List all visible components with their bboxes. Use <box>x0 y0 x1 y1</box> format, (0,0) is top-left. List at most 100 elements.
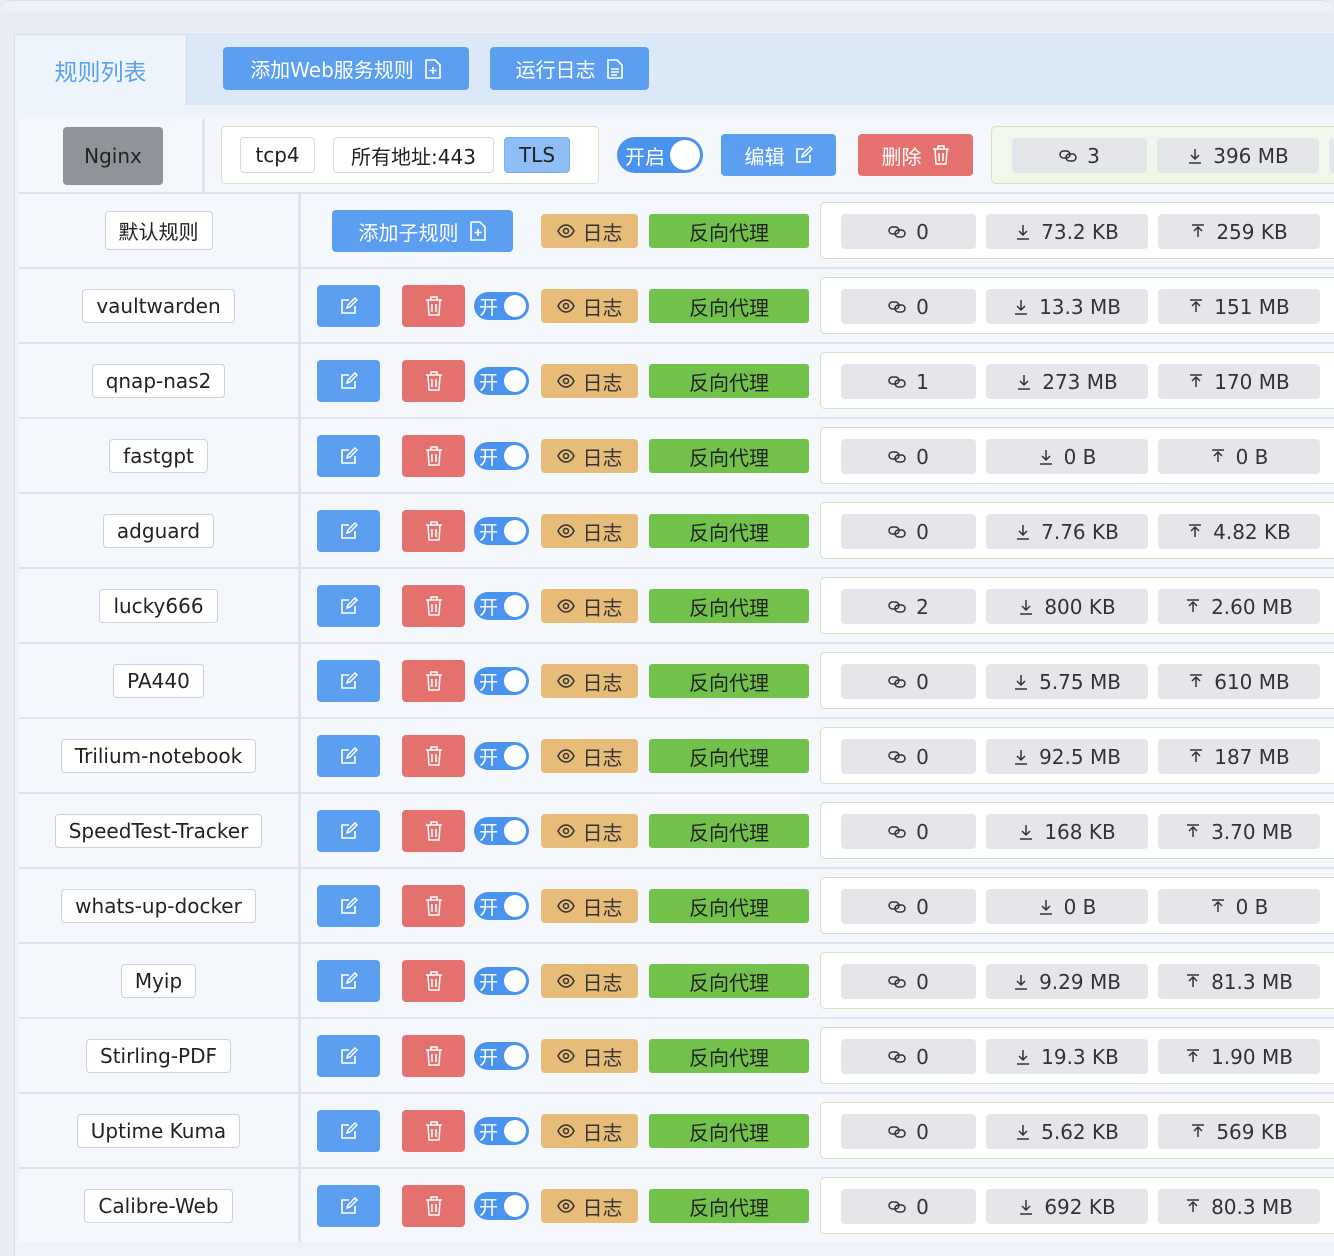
log-button[interactable]: 日志 <box>541 814 638 848</box>
eye-icon <box>556 1199 575 1213</box>
toggle-knob <box>670 140 700 170</box>
toggle-label: 开 <box>479 1121 499 1144</box>
edit-button[interactable] <box>317 360 380 402</box>
log-button[interactable]: 日志 <box>541 439 638 473</box>
default-rule-row: 默认规则 添加子规则 日志 反向代理 0 73.2 KB 259 KB <box>19 192 1334 267</box>
connections-stat: 0 <box>841 814 976 849</box>
tab-rule-list[interactable]: 规则列表 <box>15 35 187 105</box>
enable-toggle[interactable]: 开 <box>474 892 529 920</box>
download-stat: 692 KB <box>986 1189 1148 1224</box>
download-value: 5.75 MB <box>1039 669 1121 694</box>
edit-button[interactable] <box>317 510 380 552</box>
enable-toggle[interactable]: 开 <box>474 1042 529 1070</box>
eye-icon <box>556 299 575 313</box>
edit-button[interactable] <box>317 735 380 777</box>
document-add-icon <box>424 58 442 79</box>
delete-button[interactable] <box>402 810 465 852</box>
sub-rule-name-cell: Calibre-Web <box>19 1169 301 1242</box>
upload-value: 80.3 MB <box>1211 1194 1293 1219</box>
add-web-rule-button[interactable]: 添加Web服务规则 <box>223 47 469 90</box>
enable-toggle[interactable]: 开 <box>474 1117 529 1145</box>
delete-button[interactable] <box>402 435 465 477</box>
edit-icon <box>340 597 358 615</box>
download-icon <box>1038 899 1054 915</box>
enable-toggle[interactable]: 开 <box>474 1192 529 1220</box>
enable-toggle[interactable]: 开 <box>474 742 529 770</box>
log-button[interactable]: 日志 <box>541 889 638 923</box>
delete-button[interactable] <box>402 510 465 552</box>
delete-button[interactable] <box>402 960 465 1002</box>
enable-toggle[interactable]: 开 <box>474 817 529 845</box>
enable-toggle[interactable]: 开 <box>474 367 529 395</box>
delete-button[interactable] <box>402 885 465 927</box>
connections-value: 0 <box>916 1119 929 1144</box>
edit-button[interactable] <box>317 960 380 1002</box>
main-rule-row: Nginx tcp4 所有地址:443 TLS 开启 编辑 删除 3 396 M… <box>19 119 1334 194</box>
toggle-label: 开 <box>479 371 499 394</box>
toggle-label: 开 <box>479 596 499 619</box>
add-sub-rule-button[interactable]: 添加子规则 <box>332 210 513 252</box>
delete-button[interactable]: 删除 <box>858 134 973 176</box>
upload-stat: 170 MB <box>1158 364 1320 399</box>
log-label: 日志 <box>582 220 623 245</box>
toggle-knob <box>504 970 526 992</box>
log-button[interactable]: 日志 <box>541 514 638 548</box>
main-rule-toggle-label: 开启 <box>625 144 665 169</box>
edit-button[interactable] <box>317 660 380 702</box>
log-button[interactable]: 日志 <box>541 289 638 323</box>
delete-button[interactable] <box>402 735 465 777</box>
log-button[interactable]: 日志 <box>541 214 638 248</box>
edit-button[interactable] <box>317 810 380 852</box>
edit-button[interactable] <box>317 885 380 927</box>
download-value: 0 B <box>1063 444 1097 469</box>
enable-toggle[interactable]: 开 <box>474 517 529 545</box>
log-button[interactable]: 日志 <box>541 1114 638 1148</box>
delete-button[interactable] <box>402 1185 465 1227</box>
connections-value: 0 <box>916 1194 929 1219</box>
download-value: 5.62 KB <box>1041 1119 1119 1144</box>
delete-button[interactable] <box>402 585 465 627</box>
enable-toggle[interactable]: 开 <box>474 592 529 620</box>
log-button[interactable]: 日志 <box>541 739 638 773</box>
delete-button[interactable] <box>402 1110 465 1152</box>
edit-button[interactable] <box>317 285 380 327</box>
toggle-knob <box>504 1045 526 1067</box>
edit-button[interactable] <box>317 1110 380 1152</box>
edit-button[interactable]: 编辑 <box>721 134 836 176</box>
main-rule-toggle[interactable]: 开启 <box>617 137 703 173</box>
run-log-button[interactable]: 运行日志 <box>490 47 649 90</box>
edit-icon <box>340 822 358 840</box>
edit-icon <box>340 297 358 315</box>
delete-button[interactable] <box>402 660 465 702</box>
rule-type-badge: 反向代理 <box>649 589 809 623</box>
edit-icon <box>340 372 358 390</box>
log-label: 日志 <box>582 1120 623 1145</box>
edit-button[interactable] <box>317 1185 380 1227</box>
log-button[interactable]: 日志 <box>541 589 638 623</box>
sub-rule-name: SpeedTest-Tracker <box>54 813 263 848</box>
delete-button[interactable] <box>402 1035 465 1077</box>
log-button[interactable]: 日志 <box>541 664 638 698</box>
toggle-label: 开 <box>479 521 499 544</box>
download-value: 7.76 KB <box>1041 519 1119 544</box>
edit-button[interactable] <box>317 435 380 477</box>
edit-button[interactable] <box>317 585 380 627</box>
document-icon <box>606 58 624 79</box>
log-button[interactable]: 日志 <box>541 1039 638 1073</box>
toggle-knob <box>504 820 526 842</box>
edit-button[interactable] <box>317 1035 380 1077</box>
enable-toggle[interactable]: 开 <box>474 292 529 320</box>
delete-button[interactable] <box>402 360 465 402</box>
connections-stat: 0 <box>841 289 976 324</box>
link-icon <box>888 449 906 465</box>
delete-button[interactable] <box>402 285 465 327</box>
download-icon <box>1018 824 1034 840</box>
enable-toggle[interactable]: 开 <box>474 667 529 695</box>
enable-toggle[interactable]: 开 <box>474 967 529 995</box>
upload-stat: 569 KB <box>1158 1114 1320 1149</box>
log-button[interactable]: 日志 <box>541 364 638 398</box>
window-top <box>0 0 1334 12</box>
enable-toggle[interactable]: 开 <box>474 442 529 470</box>
log-button[interactable]: 日志 <box>541 964 638 998</box>
log-button[interactable]: 日志 <box>541 1189 638 1223</box>
